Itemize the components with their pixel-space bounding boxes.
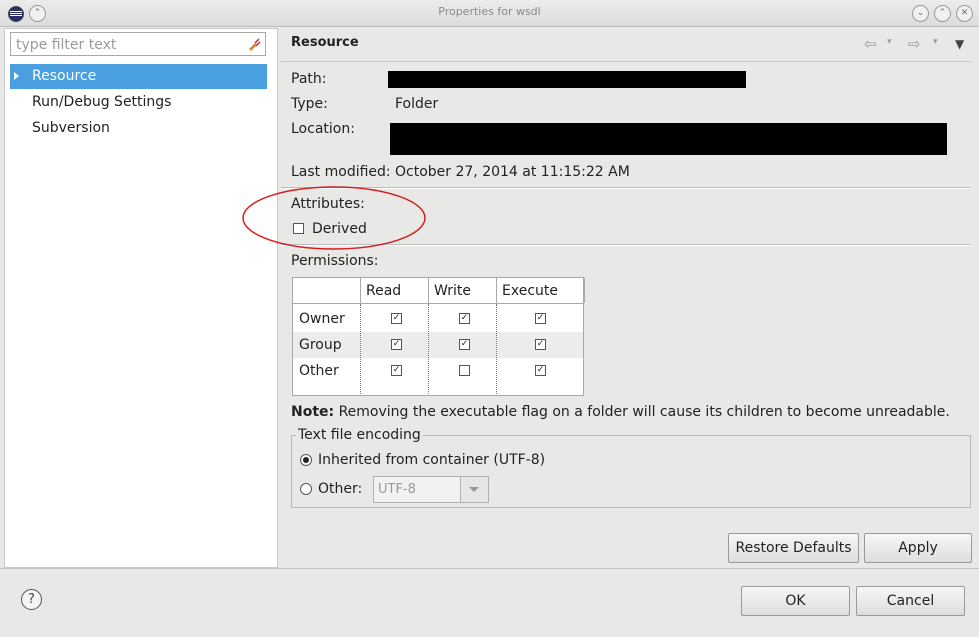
other-execute-checkbox[interactable]: ✓ bbox=[535, 365, 546, 376]
group-execute-checkbox[interactable]: ✓ bbox=[535, 339, 546, 350]
cancel-button[interactable]: Cancel bbox=[856, 586, 965, 616]
encoding-combo-value: UTF-8 bbox=[378, 482, 416, 497]
location-value-redacted bbox=[390, 123, 947, 155]
column-header bbox=[293, 278, 361, 303]
group-read-checkbox[interactable]: ✓ bbox=[391, 339, 402, 350]
column-divider bbox=[428, 304, 429, 394]
inherited-radio[interactable] bbox=[300, 454, 312, 466]
expand-arrow-icon[interactable] bbox=[14, 72, 19, 80]
help-icon[interactable]: ? bbox=[21, 589, 42, 610]
table-row-group: Group ✓ ✓ ✓ bbox=[293, 332, 583, 358]
type-value: Folder bbox=[395, 96, 439, 112]
maximize-icon[interactable]: ⌃ bbox=[934, 5, 951, 22]
back-icon[interactable]: ⇦ bbox=[864, 35, 877, 53]
tree-item-label: Run/Debug Settings bbox=[32, 94, 172, 110]
row-label: Group bbox=[299, 337, 342, 353]
column-header-execute[interactable]: Execute bbox=[497, 278, 585, 303]
encoding-combo[interactable]: UTF-8 bbox=[373, 476, 489, 503]
tree-item-run-debug-settings[interactable]: Run/Debug Settings bbox=[10, 90, 267, 115]
column-header-read[interactable]: Read bbox=[361, 278, 429, 303]
minimize-icon[interactable]: ⌄ bbox=[912, 5, 929, 22]
note-bold: Note: bbox=[291, 404, 335, 420]
tree-item-label: Resource bbox=[32, 68, 97, 84]
last-modified-value: October 27, 2014 at 11:15:22 AM bbox=[395, 164, 630, 180]
table-header: Read Write Execute bbox=[293, 278, 585, 304]
row-label: Owner bbox=[299, 311, 345, 327]
row-label: Other bbox=[299, 363, 339, 379]
other-read-checkbox[interactable]: ✓ bbox=[391, 365, 402, 376]
inherited-label: Inherited from container (UTF-8) bbox=[318, 452, 546, 468]
permissions-table: Read Write Execute Owner ✓ ✓ ✓ Group ✓ ✓… bbox=[292, 277, 585, 396]
column-divider bbox=[496, 304, 497, 394]
path-value-redacted bbox=[388, 71, 746, 88]
forward-menu-chevron-icon[interactable]: ▾ bbox=[933, 37, 938, 47]
location-label: Location: bbox=[291, 121, 355, 137]
other-radio[interactable] bbox=[300, 483, 312, 495]
restore-defaults-button[interactable]: Restore Defaults bbox=[728, 533, 859, 563]
forward-icon[interactable]: ⇨ bbox=[908, 35, 921, 53]
tree-item-resource[interactable]: Resource bbox=[10, 64, 267, 89]
chevron-down-icon[interactable] bbox=[460, 477, 488, 502]
footer-divider bbox=[0, 568, 979, 569]
close-icon[interactable]: ✕ bbox=[956, 5, 973, 22]
note-body: Removing the executable flag on a folder… bbox=[338, 404, 950, 420]
ok-button[interactable]: OK bbox=[741, 586, 850, 616]
tree-item-label: Subversion bbox=[32, 120, 110, 136]
table-row-owner: Owner ✓ ✓ ✓ bbox=[293, 306, 583, 332]
filter-input[interactable] bbox=[14, 34, 244, 56]
other-label: Other: bbox=[318, 481, 363, 497]
annotation-circle bbox=[242, 186, 426, 250]
column-header-write[interactable]: Write bbox=[429, 278, 497, 303]
clear-filter-icon[interactable] bbox=[247, 37, 261, 51]
path-label: Path: bbox=[291, 71, 327, 87]
note-text: Note: Removing the executable flag on a … bbox=[291, 404, 950, 420]
apply-button[interactable]: Apply bbox=[864, 533, 972, 563]
last-modified-label: Last modified: bbox=[291, 164, 391, 180]
table-row-other: Other ✓ ✓ bbox=[293, 358, 583, 384]
permissions-label: Permissions: bbox=[291, 253, 379, 269]
view-menu-icon[interactable]: ▼ bbox=[955, 37, 964, 51]
window-title: Properties for wsdl bbox=[438, 5, 541, 18]
filter-field[interactable] bbox=[10, 32, 266, 56]
group-write-checkbox[interactable]: ✓ bbox=[459, 339, 470, 350]
type-label: Type: bbox=[291, 96, 328, 112]
owner-read-checkbox[interactable]: ✓ bbox=[391, 313, 402, 324]
encoding-group-label: Text file encoding bbox=[296, 427, 423, 443]
owner-execute-checkbox[interactable]: ✓ bbox=[535, 313, 546, 324]
header-divider bbox=[281, 61, 971, 62]
owner-write-checkbox[interactable]: ✓ bbox=[459, 313, 470, 324]
tree-item-subversion[interactable]: Subversion bbox=[10, 116, 267, 141]
page-title: Resource bbox=[291, 35, 359, 50]
other-write-checkbox[interactable] bbox=[459, 365, 470, 376]
back-menu-chevron-icon[interactable]: ▾ bbox=[887, 37, 892, 47]
column-divider bbox=[360, 304, 361, 394]
